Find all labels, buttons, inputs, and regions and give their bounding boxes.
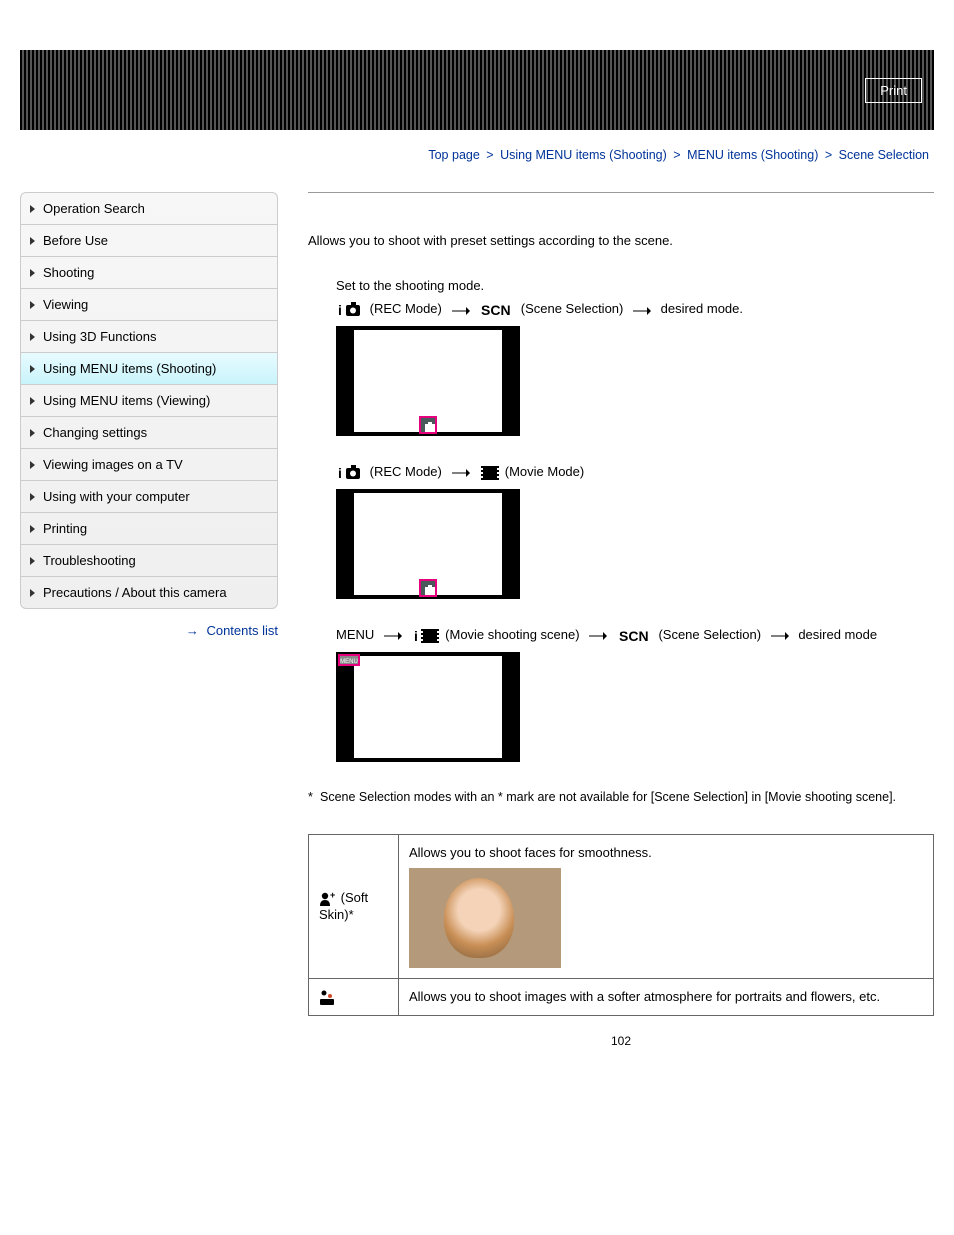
page-number: 102 bbox=[308, 1034, 934, 1048]
person-camera-icon bbox=[319, 989, 337, 1004]
sidebar-item-label: Shooting bbox=[43, 265, 94, 280]
arrow-right-icon bbox=[633, 302, 651, 317]
arrow-right-icon bbox=[771, 628, 789, 643]
asterisk: * bbox=[308, 790, 320, 804]
sidebar-item-label: Using 3D Functions bbox=[43, 329, 156, 344]
step-path: MENU i (Movie shooting scene) SCN (Scene… bbox=[336, 627, 934, 644]
lcd-mock bbox=[336, 489, 520, 599]
arrow-right-icon bbox=[452, 465, 470, 480]
sidebar-item-label: Before Use bbox=[43, 233, 108, 248]
label: (Scene Selection) bbox=[521, 301, 624, 316]
print-button[interactable]: Print bbox=[865, 78, 922, 103]
sidebar-item[interactable]: Operation Search bbox=[21, 193, 277, 225]
sidebar-item-label: Changing settings bbox=[43, 425, 147, 440]
breadcrumb-link[interactable]: MENU items (Shooting) bbox=[687, 148, 818, 162]
breadcrumb-link[interactable]: Scene Selection bbox=[839, 148, 929, 162]
breadcrumb-sep: > bbox=[673, 148, 680, 162]
lcd-hotspot-menu: MENU bbox=[338, 654, 360, 666]
sample-image bbox=[409, 868, 561, 968]
sidebar-item[interactable]: Precautions / About this camera bbox=[21, 577, 277, 608]
arrow-right-icon bbox=[452, 302, 470, 317]
i-film-icon: i bbox=[414, 627, 440, 644]
sidebar-item-label: Viewing bbox=[43, 297, 88, 312]
scn-icon: SCN bbox=[481, 302, 515, 318]
scn-icon: SCN bbox=[619, 627, 653, 643]
breadcrumb-link[interactable]: Using MENU items (Shooting) bbox=[500, 148, 667, 162]
step-text: Set to the shooting mode. bbox=[336, 278, 934, 293]
sidebar: Operation Search Before Use Shooting Viewin… bbox=[20, 192, 278, 609]
mode-desc: Allows you to shoot faces for smoothness… bbox=[409, 845, 923, 860]
sidebar-item[interactable]: Using MENU items (Shooting) bbox=[21, 353, 277, 385]
lcd-mock bbox=[336, 326, 520, 436]
i-camera-icon: i bbox=[338, 464, 364, 481]
note-text: Scene Selection modes with an * mark are… bbox=[320, 790, 896, 804]
sidebar-item-label: Using MENU items (Shooting) bbox=[43, 361, 216, 376]
table-row: Allows you to shoot images with a softer… bbox=[309, 978, 934, 1016]
sidebar-item[interactable]: Using 3D Functions bbox=[21, 321, 277, 353]
label: (Scene Selection) bbox=[658, 627, 761, 642]
svg-text:SCN: SCN bbox=[619, 629, 649, 643]
svg-text:i: i bbox=[414, 628, 418, 644]
breadcrumb-sep: > bbox=[486, 148, 493, 162]
breadcrumb: Top page > Using MENU items (Shooting) >… bbox=[20, 148, 929, 162]
table-row: + (Soft Skin)* Allows you to shoot faces… bbox=[309, 834, 934, 978]
label: (REC Mode) bbox=[370, 301, 442, 316]
sidebar-item-label: Using MENU items (Viewing) bbox=[43, 393, 210, 408]
label: desired mode. bbox=[661, 301, 743, 316]
lcd-hotspot-icon bbox=[419, 416, 437, 434]
label: MENU bbox=[336, 627, 374, 642]
modes-table: + (Soft Skin)* Allows you to shoot faces… bbox=[308, 834, 934, 1017]
step-path: i (REC Mode) SCN (Scene Selection) desir… bbox=[336, 301, 934, 318]
contents-list-link[interactable]: Contents list bbox=[206, 623, 278, 638]
arrow-right-icon: → bbox=[186, 623, 199, 638]
sidebar-item[interactable]: Printing bbox=[21, 513, 277, 545]
svg-text:i: i bbox=[338, 465, 342, 481]
mode-label-cell bbox=[309, 978, 399, 1016]
sidebar-item[interactable]: Viewing bbox=[21, 289, 277, 321]
step-path: i (REC Mode) (Movie Mode) bbox=[336, 464, 934, 481]
breadcrumb-link[interactable]: Top page bbox=[428, 148, 479, 162]
sidebar-item[interactable]: Shooting bbox=[21, 257, 277, 289]
sidebar-item[interactable]: Troubleshooting bbox=[21, 545, 277, 577]
horizontal-rule bbox=[308, 192, 934, 193]
sidebar-item-label: Operation Search bbox=[43, 201, 145, 216]
mode-label-cell: + (Soft Skin)* bbox=[309, 834, 399, 978]
label: (REC Mode) bbox=[370, 464, 442, 479]
sidebar-item[interactable]: Using MENU items (Viewing) bbox=[21, 385, 277, 417]
sidebar-item[interactable]: Before Use bbox=[21, 225, 277, 257]
mode-desc-cell: Allows you to shoot images with a softer… bbox=[399, 978, 934, 1016]
main-content: Allows you to shoot with preset settings… bbox=[308, 192, 934, 1048]
i-camera-icon: i bbox=[338, 301, 364, 318]
lcd-hotspot-icon bbox=[419, 579, 437, 597]
sidebar-item-label: Viewing images on a TV bbox=[43, 457, 183, 472]
header-band: Print bbox=[20, 50, 934, 130]
sidebar-item-label: Printing bbox=[43, 521, 87, 536]
svg-text:SCN: SCN bbox=[481, 303, 511, 317]
mode-desc-cell: Allows you to shoot faces for smoothness… bbox=[399, 834, 934, 978]
sidebar-item-label: Using with your computer bbox=[43, 489, 190, 504]
arrow-right-icon bbox=[589, 628, 607, 643]
label: (Movie shooting scene) bbox=[445, 627, 579, 642]
sidebar-item[interactable]: Viewing images on a TV bbox=[21, 449, 277, 481]
lcd-mock: MENU bbox=[336, 652, 520, 762]
breadcrumb-sep: > bbox=[825, 148, 832, 162]
label: (Movie Mode) bbox=[505, 464, 584, 479]
svg-text:+: + bbox=[330, 891, 335, 900]
svg-text:i: i bbox=[338, 302, 342, 318]
sidebar-item[interactable]: Changing settings bbox=[21, 417, 277, 449]
note: * Scene Selection modes with an * mark a… bbox=[308, 790, 934, 804]
mode-desc: Allows you to shoot images with a softer… bbox=[409, 989, 923, 1004]
film-icon bbox=[481, 464, 499, 481]
sidebar-item-label: Precautions / About this camera bbox=[43, 585, 227, 600]
sidebar-item[interactable]: Using with your computer bbox=[21, 481, 277, 513]
label: desired mode bbox=[798, 627, 877, 642]
arrow-right-icon bbox=[384, 628, 402, 643]
intro-text: Allows you to shoot with preset settings… bbox=[308, 233, 934, 248]
sidebar-item-label: Troubleshooting bbox=[43, 553, 136, 568]
person-plus-icon: + bbox=[319, 890, 341, 905]
